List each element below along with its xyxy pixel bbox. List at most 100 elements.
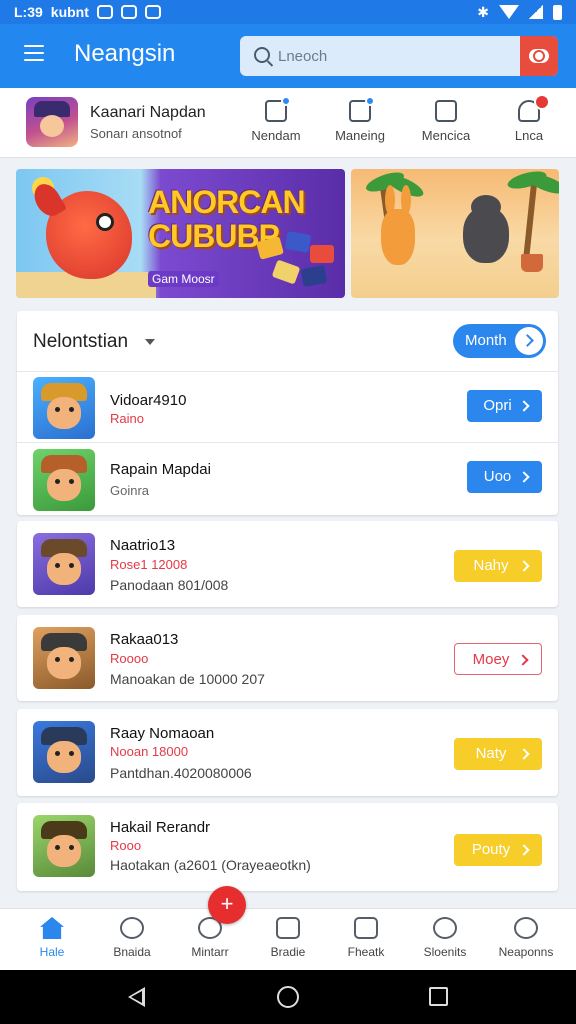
item-subtitle: Roooo [110, 651, 149, 666]
nav-label: Hale [39, 945, 65, 959]
hamburger-menu-icon[interactable] [24, 45, 44, 61]
status-bar: L:39 kubnt ✱ [0, 0, 576, 24]
nav-item-home[interactable]: Hale [14, 917, 90, 959]
wallet-icon [265, 96, 291, 122]
nav-label: Bradie [270, 945, 306, 959]
nav-item-chat[interactable]: Bnaida [94, 917, 170, 959]
status-carrier: kubnt [50, 4, 89, 20]
game-thumbnail [33, 815, 95, 877]
quick-action-document[interactable]: Mencica [414, 98, 478, 143]
list-item[interactable]: Rakaa013 Roooo Manoakan de 10000 207 Moe… [17, 615, 558, 701]
game-thumbnail [33, 627, 95, 689]
list-item[interactable]: Raay Nomaoan Nooan 18000 Pantdhan.402008… [17, 709, 558, 796]
status-time: L:39 [14, 4, 43, 20]
nav-label: Fheatk [347, 945, 385, 959]
app-bar: Neangsin [0, 24, 576, 88]
app-icon [144, 5, 161, 19]
bear-illustration [463, 195, 509, 263]
play-button[interactable]: Nahy [454, 550, 542, 582]
document-icon [435, 100, 457, 122]
sync-button[interactable] [520, 36, 558, 76]
open-button[interactable]: Opri [467, 390, 542, 422]
game-thumbnail [33, 377, 95, 439]
view-button[interactable]: Uoo [467, 461, 542, 493]
pot-illustration [521, 254, 543, 272]
nav-item-group[interactable]: Sloenits [407, 917, 483, 959]
add-fab-button[interactable]: + [208, 886, 246, 924]
item-name: Vidoar4910 [110, 392, 187, 409]
item-detail: Panodaan 801/008 [110, 577, 229, 593]
month-filter-button[interactable]: Month [453, 324, 546, 358]
chevron-down-icon[interactable] [145, 339, 155, 345]
battery-icon [553, 4, 562, 20]
profile-icon [514, 917, 538, 939]
quick-action-messages[interactable]: Maneing [328, 96, 392, 143]
bottom-nav: Hale Bnaida Mintarr Bradie Fheatk Sloeni… [0, 908, 576, 970]
search-input[interactable] [278, 36, 508, 76]
app-title: Neangsin [74, 40, 176, 67]
item-name: Hakail Rerandr [110, 819, 211, 836]
game-thumbnail [33, 533, 95, 595]
image-icon [276, 917, 300, 939]
nav-item-profile[interactable]: Neaponns [488, 917, 564, 959]
play-button[interactable]: Pouty [454, 834, 542, 866]
item-subtitle: Nooan 18000 [110, 744, 189, 759]
promo-banner-secondary[interactable] [351, 169, 559, 298]
nav-item-dashboard[interactable]: Mintarr [172, 917, 248, 959]
system-nav-bar [0, 970, 576, 1024]
item-subtitle: Rooo [110, 838, 142, 853]
quick-action-label: Maneing [335, 128, 385, 143]
signal-icon [529, 5, 543, 19]
list-item[interactable]: Naatrio13 Rose1 12008 Panodaan 801/008 N… [17, 521, 558, 607]
recent-apps-icon[interactable] [429, 987, 448, 1006]
leaderboard-card: Nelontstian Month Vidoar4910 Raino Opri … [17, 311, 558, 515]
leaderboard-title[interactable]: Nelontstian [33, 331, 128, 353]
item-name: Raay Nomaoan [110, 725, 215, 742]
leaderboard-header: Nelontstian Month [17, 311, 558, 372]
list-item[interactable]: Vidoar4910 Raino Opri [17, 373, 558, 443]
item-name: Rapain Mapdai [110, 461, 211, 478]
item-detail: Pantdhan.4020080006 [110, 765, 252, 781]
nav-item-list[interactable]: Fheatk [328, 917, 404, 959]
profile-name: Kaanari Napdan [90, 104, 206, 121]
home-icon [40, 917, 64, 939]
back-icon[interactable] [128, 987, 145, 1007]
banner-tag: Gam Moosr [148, 271, 219, 287]
month-filter-label: Month [465, 332, 507, 349]
more-button[interactable]: Moey [454, 643, 542, 675]
promo-banner-main[interactable]: ANORCAN CUBUBP Gam Moosr [16, 169, 345, 298]
search-bar[interactable] [240, 36, 558, 76]
quick-action-label: Mencica [421, 128, 471, 143]
quick-action-label: Nendam [251, 128, 301, 143]
rabbit-illustration [381, 185, 415, 265]
game-thumbnail [33, 449, 95, 511]
cloud-icon [529, 49, 549, 63]
quick-action-person[interactable]: Lnca [497, 94, 561, 143]
chat-icon [120, 917, 144, 939]
nav-label: Mintarr [191, 945, 229, 959]
quick-action-label: Lnca [514, 128, 544, 143]
list-icon [354, 917, 378, 939]
home-circle-icon[interactable] [277, 986, 299, 1008]
nav-label: Bnaida [113, 945, 151, 959]
avatar[interactable] [26, 97, 78, 147]
quick-action-wallet[interactable]: Nendam [244, 96, 308, 143]
messages-icon [349, 96, 375, 122]
item-detail: Manoakan de 10000 207 [110, 671, 265, 687]
play-button[interactable]: Naty [454, 738, 542, 770]
bluetooth-icon: ✱ [477, 3, 489, 20]
item-subtitle: Goinra [110, 483, 150, 498]
profile-row: Kaanari Napdan Sonarı ansotnof Nendam Ma… [0, 88, 576, 158]
item-detail: Haotakan (a2601 (Orayeaeotkn) [110, 857, 311, 873]
list-item[interactable]: Hakail Rerandr Rooo Haotakan (a2601 (Ora… [17, 803, 558, 891]
item-subtitle: Raino [110, 411, 144, 426]
nav-label: Sloenits [423, 945, 467, 959]
list-item[interactable]: Rapain Mapdai Goinra Uoo [17, 443, 558, 515]
item-subtitle: Rose1 12008 [110, 557, 188, 572]
notification-icon [96, 5, 113, 19]
search-icon [254, 47, 270, 63]
game-items-illustration [256, 231, 338, 287]
group-icon [433, 917, 457, 939]
wifi-icon [499, 5, 519, 19]
nav-item-image[interactable]: Bradie [250, 917, 326, 959]
